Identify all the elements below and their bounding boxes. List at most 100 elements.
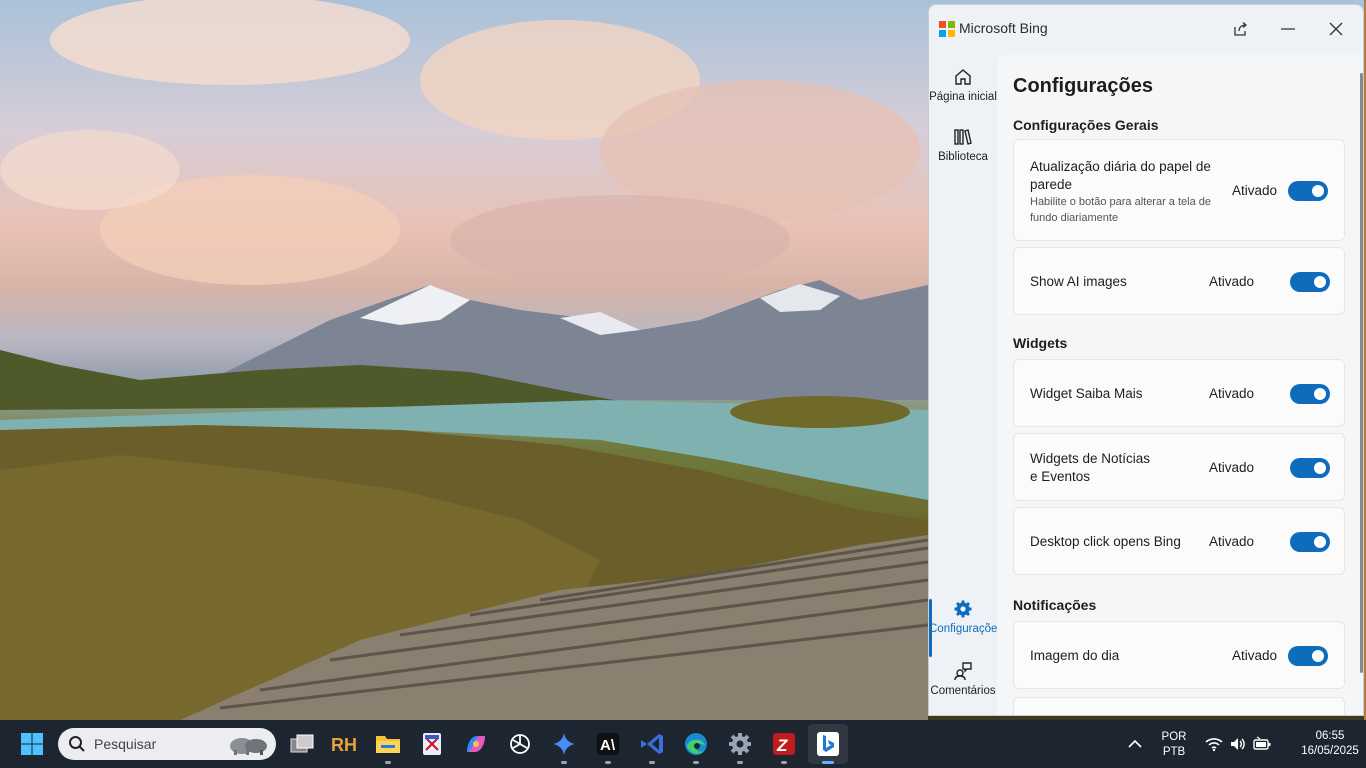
rh-app-button[interactable]: RH (328, 728, 360, 760)
gemini-button[interactable] (548, 728, 580, 764)
nav-label: Configurações (929, 623, 997, 635)
setting-title: Show AI images (1030, 274, 1127, 289)
library-icon (954, 129, 972, 145)
clock-date: 16/05/2025 (1301, 745, 1359, 757)
anthropic-button[interactable]: A\ (592, 728, 624, 764)
snipping-tool-button[interactable] (416, 728, 448, 760)
search-icon (69, 736, 85, 752)
bing-icon (817, 732, 839, 756)
visual-studio-icon (641, 734, 663, 754)
section-widgets: Widgets (1013, 335, 1068, 351)
task-view-icon (290, 734, 314, 753)
toggle-state-label: Ativado (1209, 274, 1255, 289)
side-navigation: Página inicial Biblioteca Configurações … (929, 53, 997, 715)
page-title: Configurações (1013, 75, 1154, 97)
battery-icon (1253, 736, 1271, 750)
setting-card-ai-images: Show AI images Ativado (1013, 247, 1345, 315)
language-code: POR (1161, 731, 1187, 743)
bing-taskbar-button[interactable] (808, 724, 848, 764)
taskbar: Pesquisar RH A\ Z POR PTB 06:55 16/05/20… (0, 720, 1366, 768)
input-language-button[interactable]: POR PTB (1158, 730, 1190, 760)
nav-item-feedback[interactable]: Comentários (929, 661, 997, 697)
setting-title-line2: e Eventos (1030, 469, 1091, 484)
rh-app-icon: RH (331, 735, 357, 755)
quick-settings-button[interactable] (1198, 728, 1278, 760)
edge-icon (685, 733, 707, 755)
minimize-button[interactable] (1273, 15, 1303, 43)
volume-icon (1231, 738, 1245, 750)
toggle-state-label: Ativado (1232, 648, 1278, 663)
svg-text:RH: RH (331, 735, 357, 755)
setting-description: Habilite o botão para alterar a tela de … (1030, 196, 1212, 224)
setting-title: Widget Saiba Mais (1030, 386, 1143, 401)
settings-gear-icon (729, 733, 751, 755)
minimize-icon (1281, 28, 1295, 30)
nav-item-library[interactable]: Biblioteca (929, 127, 997, 163)
title-bar[interactable]: Microsoft Bing (929, 5, 1363, 53)
copilot-button[interactable] (460, 728, 492, 760)
close-button[interactable] (1321, 15, 1351, 43)
setting-title: Imagem do dia (1030, 648, 1120, 663)
nav-item-home[interactable]: Página inicial (929, 67, 997, 103)
visual-studio-button[interactable] (636, 728, 668, 764)
section-general: Configurações Gerais (1013, 117, 1159, 133)
settings-app-button[interactable] (724, 728, 756, 764)
filezilla-icon: Z (773, 733, 795, 755)
windows-start-icon (21, 733, 43, 755)
setting-card-partial (1013, 697, 1345, 715)
app-title: Microsoft Bing (959, 20, 1048, 36)
chatgpt-button[interactable] (504, 728, 536, 760)
share-button[interactable] (1225, 15, 1255, 43)
show-hidden-icons-button[interactable] (1124, 728, 1146, 760)
setting-title: Desktop click opens Bing (1030, 534, 1181, 549)
edge-button[interactable] (680, 728, 712, 764)
setting-card-wallpaper: Atualização diária do papel de parede Ha… (1013, 139, 1345, 241)
folder-icon (376, 736, 400, 753)
chatgpt-icon (510, 734, 530, 754)
setting-title: Atualização diária do papel de parede (1030, 159, 1211, 192)
svg-text:A\: A\ (600, 737, 616, 754)
close-icon (1329, 22, 1343, 36)
desktop-click-toggle[interactable] (1290, 532, 1330, 552)
feedback-icon (954, 662, 972, 681)
search-placeholder: Pesquisar (94, 736, 157, 752)
snipping-tool-icon (423, 733, 441, 755)
learn-more-toggle[interactable] (1290, 384, 1330, 404)
share-icon (1234, 22, 1248, 36)
nav-item-settings[interactable]: Configurações (929, 599, 997, 657)
keyboard-code: PTB (1162, 746, 1186, 758)
news-toggle[interactable] (1290, 458, 1330, 478)
nav-label: Biblioteca (938, 151, 988, 163)
section-notifications: Notificações (1013, 597, 1097, 613)
anthropic-icon: A\ (597, 733, 619, 755)
bing-app-window: Microsoft Bing Página inicial Biblioteca (928, 4, 1364, 716)
setting-card-image-of-day: Imagem do dia Ativado (1013, 621, 1345, 689)
toggle-state-label: Ativado (1232, 183, 1278, 198)
gear-icon (954, 600, 972, 618)
image-of-day-toggle[interactable] (1288, 646, 1328, 666)
clock-button[interactable]: 06:55 16/05/2025 (1298, 729, 1362, 759)
ai-images-toggle[interactable] (1290, 272, 1330, 292)
task-view-button[interactable] (286, 728, 318, 760)
copilot-icon (467, 736, 485, 752)
settings-panel: Configurações Configurações Gerais Atual… (997, 55, 1363, 715)
toggle-state-label: Ativado (1209, 386, 1255, 401)
start-button[interactable] (16, 728, 48, 760)
wallpaper-toggle[interactable] (1288, 181, 1328, 201)
wifi-icon (1205, 738, 1223, 752)
gemini-icon (553, 733, 575, 755)
microsoft-logo-icon (939, 21, 955, 37)
toggle-state-label: Ativado (1209, 460, 1255, 475)
home-icon (955, 69, 971, 85)
search-highlight-icon (230, 738, 267, 755)
filezilla-button[interactable]: Z (768, 728, 800, 764)
nav-label: Comentários (930, 685, 996, 697)
svg-text:Z: Z (776, 736, 788, 755)
setting-card-desktop-click: Desktop click opens Bing Ativado (1013, 507, 1345, 575)
scrollbar[interactable] (1360, 73, 1363, 673)
chevron-up-icon (1128, 739, 1142, 748)
setting-title: Widgets de Notícias (1030, 451, 1151, 466)
setting-card-learn-more: Widget Saiba Mais Ativado (1013, 359, 1345, 427)
taskbar-search[interactable]: Pesquisar (58, 728, 276, 760)
file-explorer-button[interactable] (372, 728, 404, 764)
